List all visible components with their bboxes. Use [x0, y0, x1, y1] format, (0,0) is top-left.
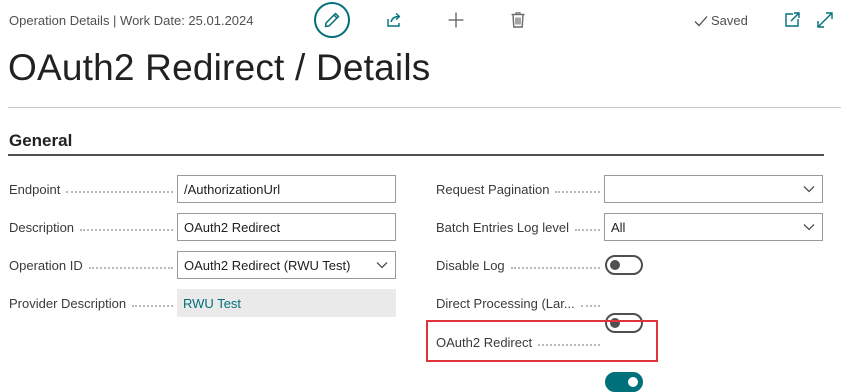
checkmark-icon — [694, 15, 708, 26]
expand-icon — [817, 12, 833, 28]
batch-entries-log-level-value: All — [611, 219, 626, 235]
share-icon — [387, 12, 401, 27]
leader-dots — [132, 304, 173, 307]
leader-dots — [88, 266, 173, 269]
endpoint-input[interactable]: /AuthorizationUrl — [177, 175, 396, 203]
field-label-endpoint: Endpoint — [9, 175, 177, 203]
operation-id-value: OAuth2 Redirect (RWU Test) — [184, 257, 351, 273]
chevron-down-icon — [376, 262, 388, 269]
chevron-down-icon — [803, 186, 815, 193]
section-divider — [8, 154, 824, 156]
saved-label: Saved — [711, 13, 748, 28]
field-label-request-pagination: Request Pagination — [436, 175, 604, 203]
open-new-window-button[interactable] — [782, 10, 802, 30]
description-input[interactable]: OAuth2 Redirect — [177, 213, 396, 241]
field-label-operation-id: Operation ID — [9, 251, 177, 279]
toggle-knob — [610, 260, 620, 270]
saved-status: Saved — [694, 13, 748, 28]
leader-dots — [574, 228, 600, 231]
edit-button[interactable] — [314, 2, 350, 38]
label-text: Disable Log — [436, 257, 505, 273]
label-text: Direct Processing (Lar... — [436, 295, 575, 311]
delete-button[interactable] — [508, 10, 528, 30]
leader-dots — [580, 304, 600, 307]
operation-id-select[interactable]: OAuth2 Redirect (RWU Test) — [177, 251, 396, 279]
leader-dots — [66, 190, 173, 193]
label-text: Provider Description — [9, 295, 127, 311]
leader-dots — [555, 190, 600, 193]
leader-dots — [80, 228, 173, 231]
new-button[interactable] — [446, 10, 466, 30]
toggle-knob — [628, 377, 638, 387]
section-title-general[interactable]: General — [9, 131, 72, 151]
label-text: Request Pagination — [436, 181, 550, 197]
label-text: Operation ID — [9, 257, 83, 273]
provider-description-value: RWU Test — [183, 295, 242, 311]
field-label-disable-log: Disable Log — [436, 251, 604, 279]
new-icon — [448, 12, 464, 28]
chevron-down-icon — [803, 224, 815, 231]
batch-entries-log-level-select[interactable]: All — [604, 213, 823, 241]
provider-description-value-box[interactable]: RWU Test — [177, 289, 396, 317]
field-label-provider-description: Provider Description — [9, 289, 177, 317]
edit-icon — [324, 12, 340, 28]
label-text: Endpoint — [9, 181, 61, 197]
title-divider — [8, 107, 841, 108]
page-title: OAuth2 Redirect / Details — [8, 47, 431, 88]
field-label-batch-entries-log-level: Batch Entries Log level — [436, 213, 604, 241]
oauth2-redirect-toggle[interactable] — [605, 372, 643, 392]
open-new-window-icon — [785, 12, 800, 27]
description-value: OAuth2 Redirect — [184, 219, 281, 235]
field-label-direct-processing: Direct Processing (Lar... — [436, 289, 604, 317]
label-text: Batch Entries Log level — [436, 219, 569, 235]
endpoint-value: /AuthorizationUrl — [184, 181, 281, 197]
disable-log-toggle[interactable] — [605, 255, 643, 275]
header-caption: Operation Details | Work Date: 25.01.202… — [9, 13, 254, 28]
share-button[interactable] — [384, 10, 404, 30]
expand-button[interactable] — [815, 10, 835, 30]
highlight-box — [426, 320, 658, 362]
delete-icon — [511, 12, 525, 28]
request-pagination-select[interactable] — [604, 175, 823, 203]
label-text: Description — [9, 219, 75, 235]
field-label-description: Description — [9, 213, 177, 241]
leader-dots — [510, 266, 600, 269]
